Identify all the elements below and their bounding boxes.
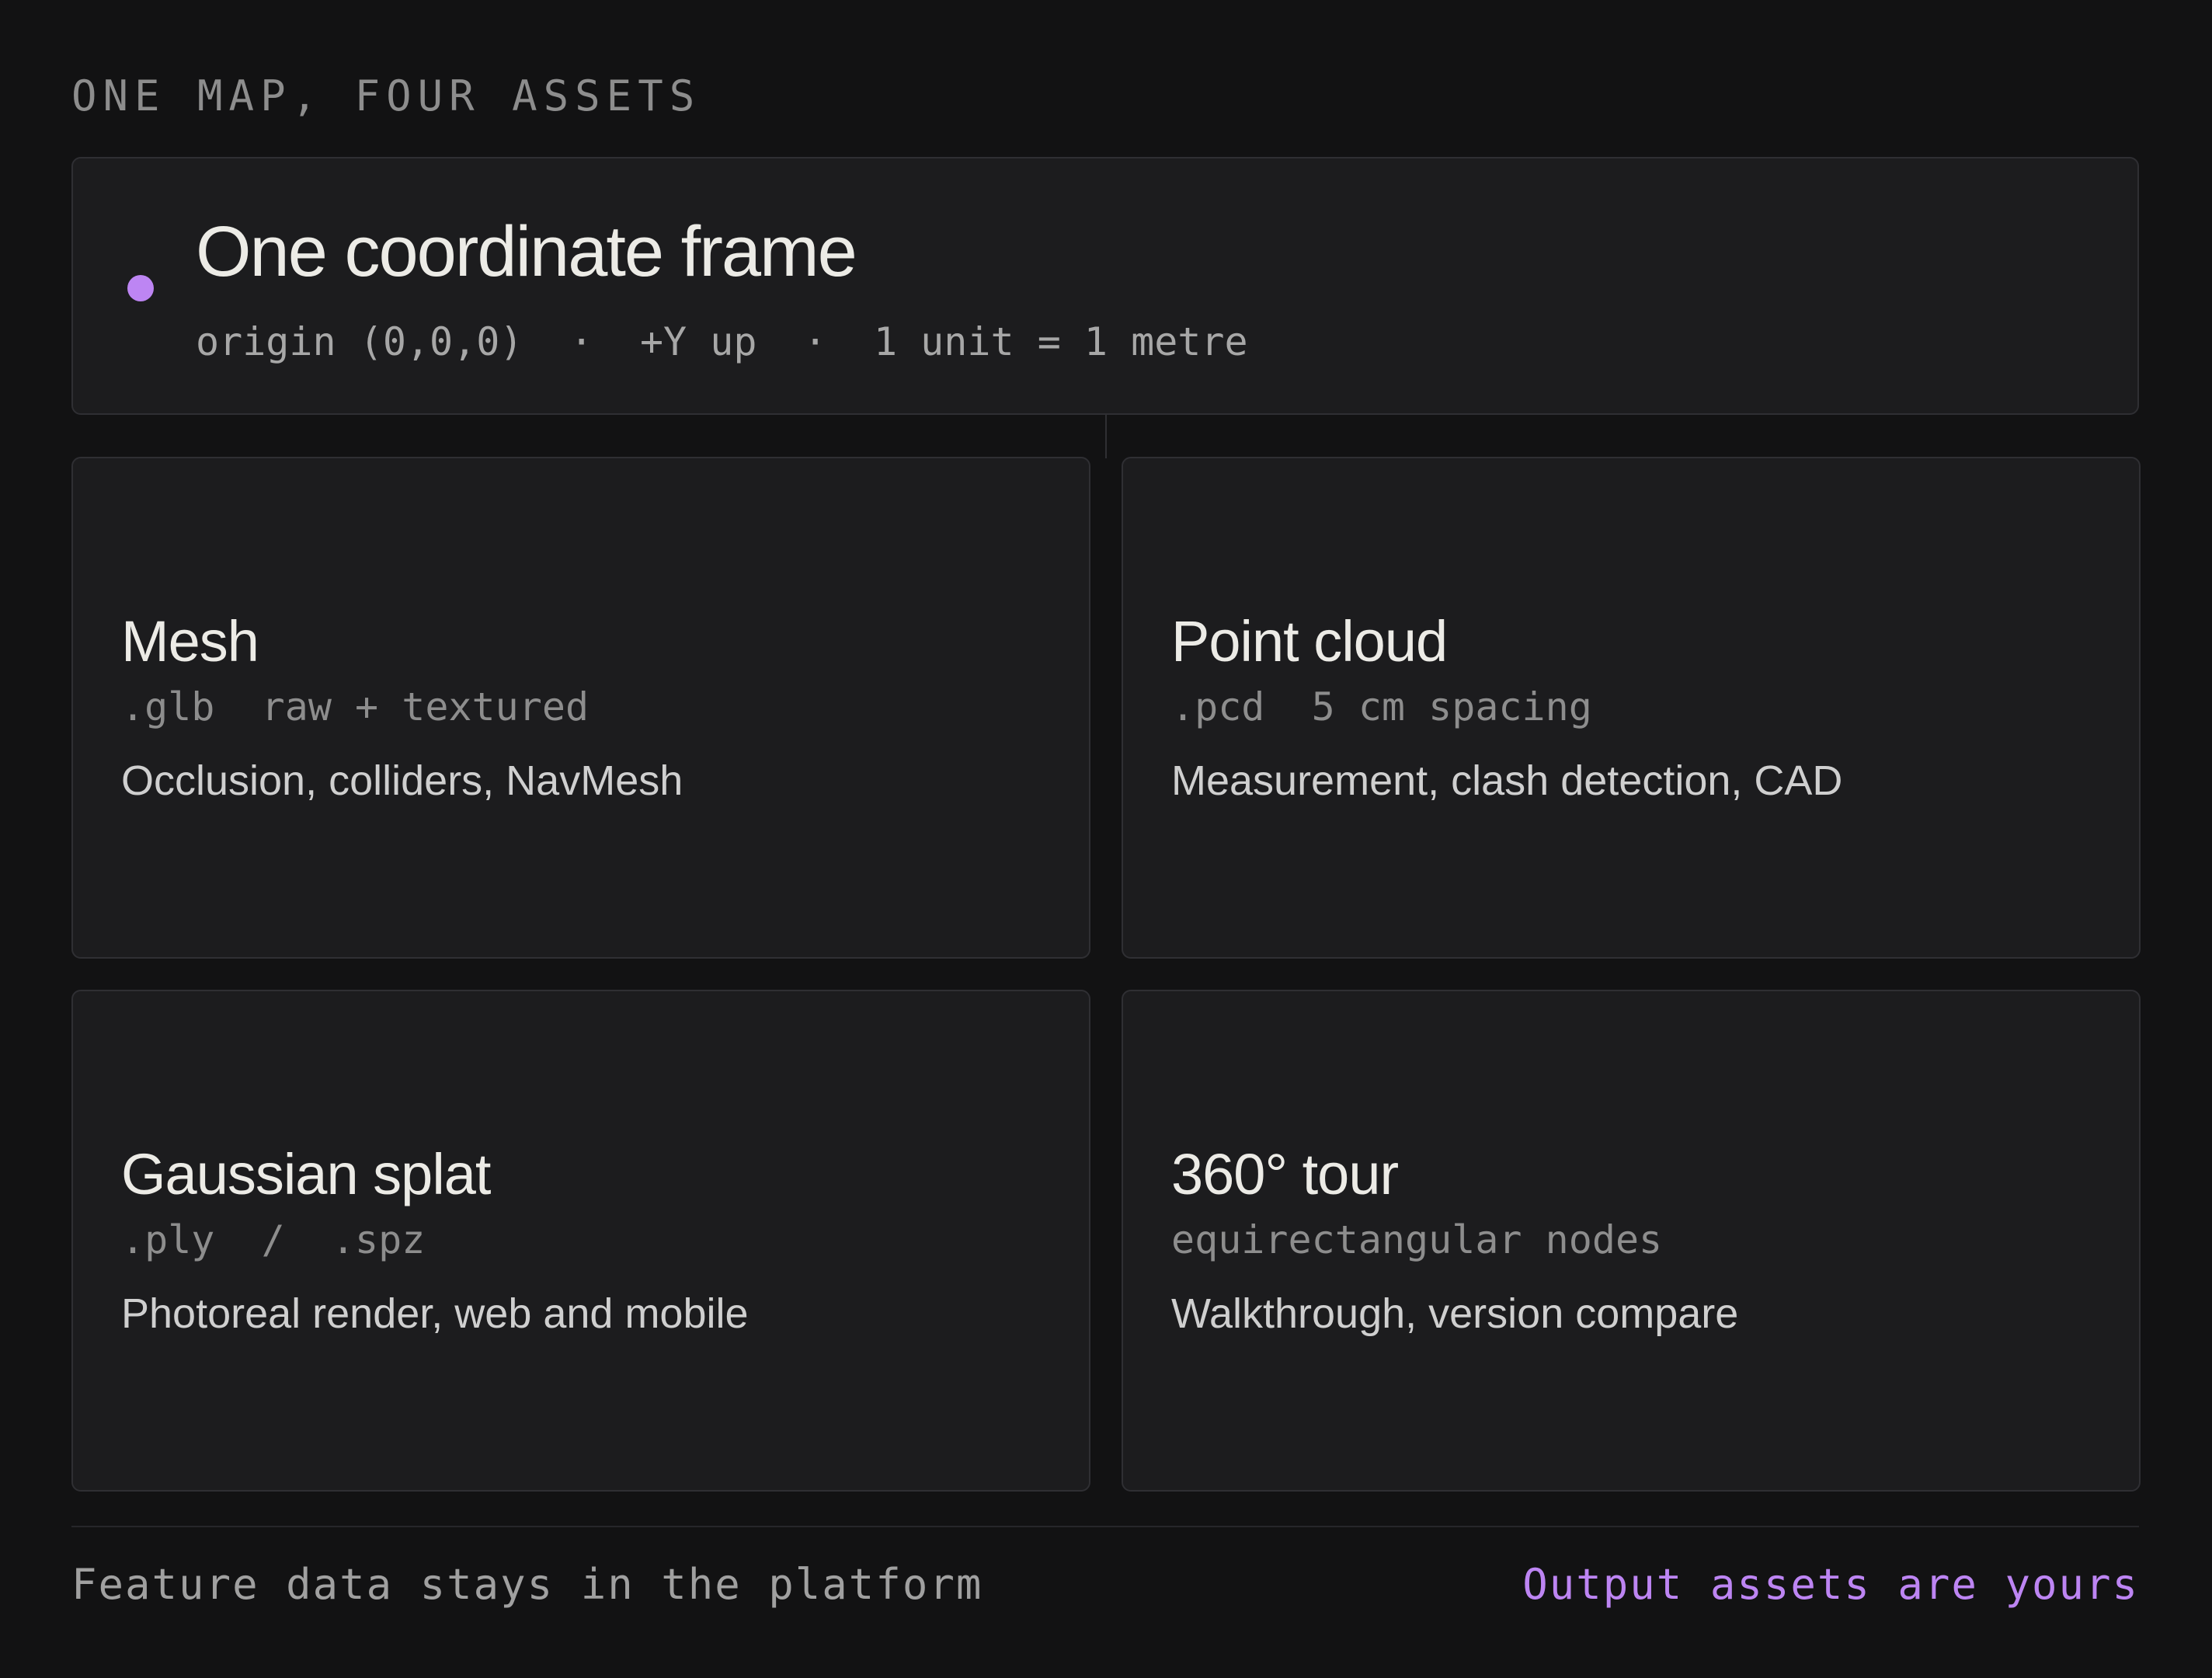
section-eyebrow: ONE MAP, FOUR ASSETS	[71, 71, 701, 120]
asset-use: Walkthrough, version compare	[1171, 1290, 1739, 1337]
asset-title: Mesh	[121, 609, 259, 674]
frame-connector-line	[1105, 415, 1107, 458]
asset-format: .pcd 5 cm spacing	[1171, 684, 1592, 729]
asset-card-gaussian-splat: Gaussian splat .ply / .spz Photoreal ren…	[71, 990, 1090, 1492]
asset-format: .glb raw + textured	[121, 684, 590, 729]
footer-divider	[71, 1526, 2139, 1527]
coordinate-frame-card: One coordinate frame origin (0,0,0) · +Y…	[71, 157, 2139, 415]
asset-format: .ply / .spz	[121, 1217, 426, 1262]
asset-use: Measurement, clash detection, CAD	[1171, 757, 1843, 804]
asset-title: 360° tour	[1171, 1142, 1399, 1206]
footer-ownership-note: Output assets are yours	[1522, 1560, 2139, 1609]
asset-format: equirectangular nodes	[1171, 1217, 1663, 1262]
asset-use: Occlusion, colliders, NavMesh	[121, 757, 683, 804]
frame-meta: origin (0,0,0) · +Y up · 1 unit = 1 metr…	[196, 319, 1248, 364]
footer-note: Feature data stays in the platform	[71, 1560, 983, 1609]
asset-title: Gaussian splat	[121, 1142, 491, 1206]
frame-dot-icon	[127, 275, 154, 301]
asset-card-360-tour: 360° tour equirectangular nodes Walkthro…	[1122, 990, 2141, 1492]
asset-card-point-cloud: Point cloud .pcd 5 cm spacing Measuremen…	[1122, 457, 2141, 959]
asset-use: Photoreal render, web and mobile	[121, 1290, 749, 1337]
asset-card-mesh: Mesh .glb raw + textured Occlusion, coll…	[71, 457, 1090, 959]
asset-title: Point cloud	[1171, 609, 1448, 674]
frame-title: One coordinate frame	[196, 212, 857, 291]
